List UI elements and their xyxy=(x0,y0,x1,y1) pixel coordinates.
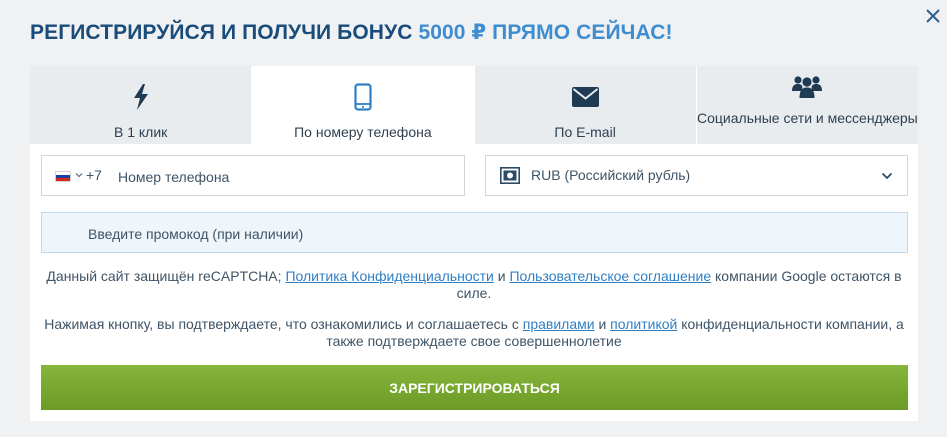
close-icon xyxy=(926,9,940,23)
consent-prefix: Нажимая кнопку, вы подтверждаете, что оз… xyxy=(44,316,519,332)
banknote-icon xyxy=(500,167,520,184)
registration-tabs: В 1 клик По номеру телефона По E-mail Со… xyxy=(30,66,918,144)
close-button[interactable] xyxy=(923,6,943,26)
rules-link[interactable]: правилами xyxy=(523,316,595,332)
terms-link[interactable]: Пользовательское соглашение xyxy=(509,268,711,284)
recaptcha-and: и xyxy=(497,268,506,284)
recaptcha-prefix: Данный сайт защищён reCAPTCHA; xyxy=(46,268,282,284)
ru-flag-icon[interactable] xyxy=(55,171,71,182)
promo-input[interactable] xyxy=(86,219,870,248)
currency-select[interactable]: RUB (Российский рубль) xyxy=(485,155,908,196)
consent-and: и xyxy=(598,316,607,332)
policy-link[interactable]: политикой xyxy=(610,316,677,332)
currency-selected: RUB (Российский рубль) xyxy=(531,167,691,183)
tab-label: Социальные сети и мессенджеры xyxy=(697,110,918,126)
envelope-icon xyxy=(571,87,599,107)
consent-note: Нажимая кнопку, вы подтверждаете, что оз… xyxy=(30,316,918,350)
title-end: ПРЯМО СЕЙЧАС! xyxy=(492,21,673,44)
tab-one-click[interactable]: В 1 клик xyxy=(30,66,253,144)
smartphone-icon xyxy=(354,83,372,111)
tab-label: В 1 клик xyxy=(113,124,168,140)
register-button[interactable]: ЗАРЕГИСТРИРОВАТЬСЯ xyxy=(41,365,908,410)
phone-field: +7 xyxy=(41,155,465,196)
recaptcha-note: Данный сайт защищён reCAPTCHA; Политика … xyxy=(30,268,918,302)
page-title: РЕГИСТРИРУЙСЯ И ПОЛУЧИ БОНУС 5000 ₽ ПРЯМ… xyxy=(30,20,673,45)
users-group-icon xyxy=(792,76,823,98)
tab-email[interactable]: По E-mail xyxy=(474,66,697,144)
privacy-policy-link[interactable]: Политика Конфиденциальности xyxy=(285,268,493,284)
tab-label: По номеру телефона xyxy=(294,124,432,140)
title-bonus: 5000 ₽ xyxy=(418,21,487,44)
registration-panel: В 1 клик По номеру телефона По E-mail Со… xyxy=(30,66,918,421)
chevron-down-icon xyxy=(881,172,893,180)
country-code: +7 xyxy=(86,167,102,183)
lightning-icon xyxy=(133,84,148,110)
tab-phone[interactable]: По номеру телефона xyxy=(252,66,475,144)
phone-input[interactable] xyxy=(116,162,450,191)
promo-field xyxy=(41,212,908,253)
tab-social[interactable]: Социальные сети и мессенджеры xyxy=(696,66,918,144)
register-button-label: ЗАРЕГИСТРИРОВАТЬСЯ xyxy=(389,379,560,396)
tab-label: По E-mail xyxy=(554,124,616,140)
title-start: РЕГИСТРИРУЙСЯ И ПОЛУЧИ БОНУС xyxy=(30,21,413,44)
chevron-down-icon[interactable] xyxy=(74,170,84,180)
